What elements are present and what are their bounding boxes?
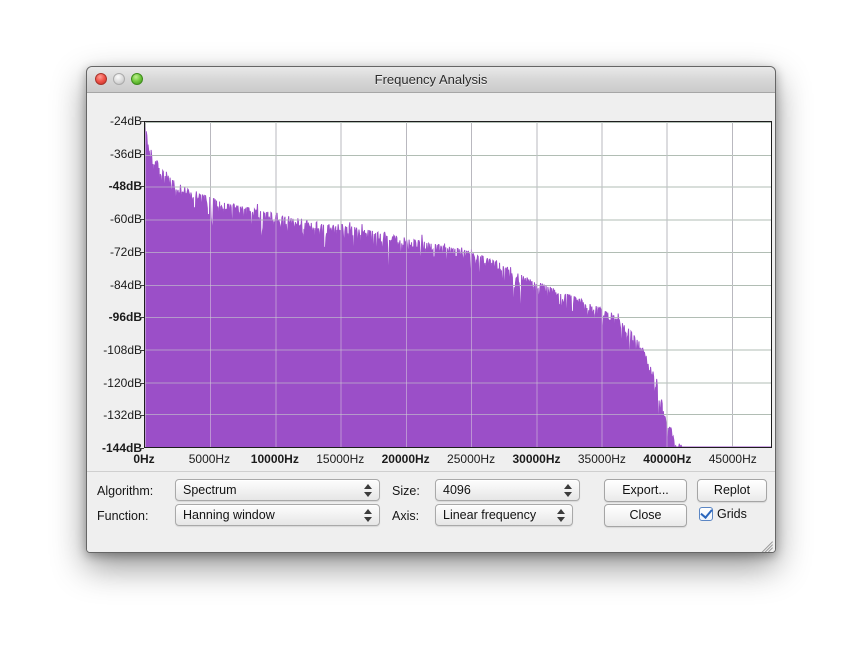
x-axis-tick-label: 20000Hz bbox=[381, 452, 430, 466]
y-axis-labels: -24dB -36dB -48dB -60dB -72dB -84dB -96dB -108d… bbox=[87, 93, 144, 471]
spectrum-plot-svg bbox=[145, 122, 771, 447]
checkmark-icon bbox=[700, 506, 713, 519]
zoom-button[interactable] bbox=[131, 73, 143, 85]
plot-area[interactable] bbox=[144, 121, 772, 448]
function-label: Function: bbox=[97, 509, 149, 523]
y-axis-tick-label: -84dB bbox=[109, 277, 142, 292]
y-axis-tick-label: -48dB bbox=[108, 179, 142, 194]
spectrum-chart: -24dB -36dB -48dB -60dB -72dB -84dB -96dB -108d… bbox=[87, 93, 775, 471]
size-value: 4096 bbox=[443, 483, 471, 497]
window-body: -24dB -36dB -48dB -60dB -72dB -84dB -96dB -108d… bbox=[87, 93, 775, 552]
chevron-updown-icon bbox=[564, 483, 573, 498]
grids-checkbox[interactable] bbox=[699, 506, 713, 521]
traffic-light-group bbox=[95, 73, 143, 85]
x-axis-tick-label: 15000Hz bbox=[316, 452, 365, 466]
y-axis-tick-label: -72dB bbox=[109, 244, 142, 259]
x-axis-tick-label: 30000Hz bbox=[512, 452, 561, 466]
function-dropdown[interactable]: Hanning window bbox=[175, 504, 380, 526]
size-dropdown[interactable]: 4096 bbox=[435, 479, 580, 501]
algorithm-dropdown[interactable]: Spectrum bbox=[175, 479, 380, 501]
y-axis-tick-mark bbox=[140, 448, 144, 449]
frequency-analysis-window: Frequency Analysis -24dB -36dB -48dB -60dB -… bbox=[86, 66, 776, 553]
chevron-updown-icon bbox=[557, 508, 566, 523]
y-axis-tick-label: -60dB bbox=[109, 212, 142, 227]
y-axis-tick-label: -96dB bbox=[108, 310, 142, 325]
close-action-button[interactable]: Close bbox=[604, 504, 687, 527]
grids-checkbox-group[interactable]: Grids bbox=[699, 506, 747, 521]
export-button[interactable]: Export... bbox=[604, 479, 687, 502]
close-button[interactable] bbox=[95, 73, 107, 85]
x-axis-tick-label: 35000Hz bbox=[577, 452, 626, 466]
y-axis-tick-label: -120dB bbox=[103, 375, 142, 390]
spectrum-area bbox=[145, 127, 771, 447]
y-axis-tick-label: -24dB bbox=[109, 114, 142, 128]
y-axis-tick-label: -108dB bbox=[103, 342, 142, 357]
window-titlebar[interactable]: Frequency Analysis bbox=[87, 67, 775, 93]
x-axis-labels: 0Hz 5000Hz 10000Hz 15000Hz 20000Hz 25000Hz 300… bbox=[133, 450, 772, 470]
grids-label: Grids bbox=[717, 507, 747, 521]
x-axis-tick-label: 10000Hz bbox=[250, 452, 299, 466]
x-axis-tick-label: 25000Hz bbox=[447, 452, 496, 466]
algorithm-value: Spectrum bbox=[183, 483, 237, 497]
minimize-button[interactable] bbox=[113, 73, 125, 85]
y-axis-tick-label: -36dB bbox=[109, 146, 142, 161]
resize-grip[interactable] bbox=[759, 536, 773, 552]
axis-label: Axis: bbox=[392, 509, 420, 523]
size-label: Size: bbox=[392, 484, 420, 498]
x-axis-tick-label: 45000Hz bbox=[708, 452, 757, 466]
window-title: Frequency Analysis bbox=[374, 72, 488, 87]
axis-dropdown[interactable]: Linear frequency bbox=[435, 504, 573, 526]
y-axis-tick-label: -132dB bbox=[103, 408, 142, 423]
chevron-updown-icon bbox=[364, 483, 373, 498]
controls-bar: Algorithm: Spectrum Function: Hanning wi… bbox=[87, 471, 775, 552]
x-axis-tick-label: 40000Hz bbox=[643, 452, 692, 466]
chevron-updown-icon bbox=[364, 508, 373, 523]
function-value: Hanning window bbox=[183, 508, 275, 522]
desktop-background: Frequency Analysis -24dB -36dB -48dB -60dB -… bbox=[0, 0, 860, 665]
replot-button[interactable]: Replot bbox=[697, 479, 767, 502]
x-axis-tick-label: 5000Hz bbox=[188, 452, 231, 466]
x-axis-tick-label: 0Hz bbox=[133, 452, 155, 466]
algorithm-label: Algorithm: bbox=[97, 484, 154, 498]
axis-value: Linear frequency bbox=[443, 508, 537, 522]
